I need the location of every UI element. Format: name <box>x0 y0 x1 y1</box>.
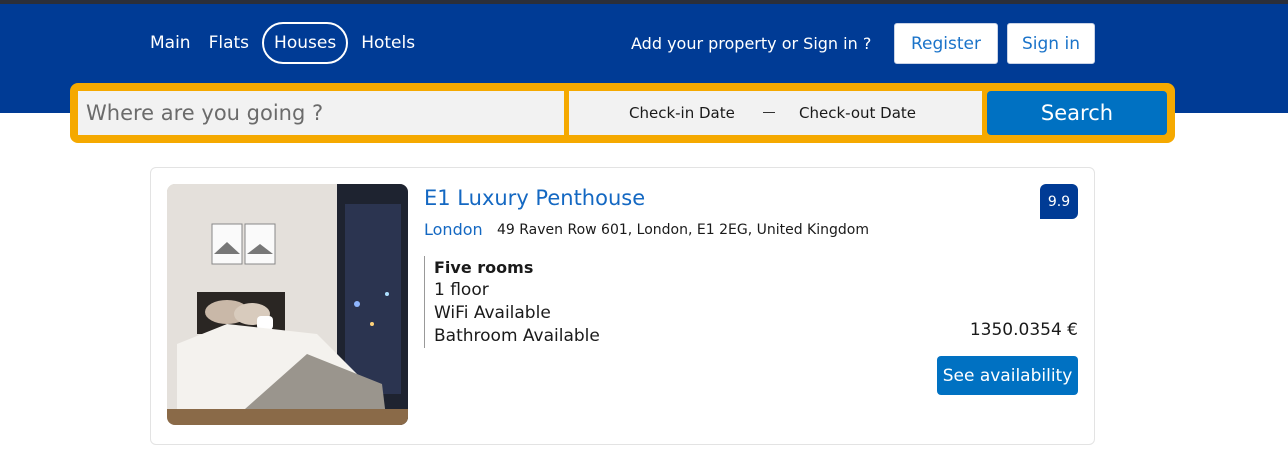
destination-input[interactable] <box>78 91 564 135</box>
feature-item: 1 floor <box>434 280 489 300</box>
signin-button[interactable]: Sign in <box>1007 23 1095 64</box>
checkout-date-label[interactable]: Check-out Date <box>799 104 916 122</box>
main-nav: Main Flats Houses Hotels <box>141 22 424 64</box>
search-button[interactable]: Search <box>987 91 1167 135</box>
listing-features: Five rooms 1 floor WiFi Available Bathro… <box>424 256 600 348</box>
feature-item: WiFi Available <box>434 303 551 323</box>
feature-item: Five rooms <box>434 258 534 277</box>
add-property-text: Add your property or Sign in ? <box>631 34 872 53</box>
date-separator <box>763 112 775 113</box>
search-bar: Check-in Date Check-out Date Search <box>70 83 1175 143</box>
listing-city[interactable]: London <box>424 220 483 239</box>
nav-item-houses[interactable]: Houses <box>262 22 349 64</box>
listing-photo[interactable] <box>167 184 408 425</box>
bedroom-photo-image <box>167 184 408 425</box>
listing-card: E1 Luxury Penthouse London 49 Raven Row … <box>150 167 1095 445</box>
nav-item-main[interactable]: Main <box>141 22 200 64</box>
listing-address: 49 Raven Row 601, London, E1 2EG, United… <box>497 222 869 238</box>
date-range-picker[interactable]: Check-in Date Check-out Date <box>569 91 982 135</box>
listing-price: 1350.0354 € <box>969 320 1078 340</box>
listing-title[interactable]: E1 Luxury Penthouse <box>424 186 645 210</box>
nav-item-flats[interactable]: Flats <box>200 22 258 64</box>
feature-item: Bathroom Available <box>434 326 600 346</box>
register-button[interactable]: Register <box>894 23 998 64</box>
nav-item-hotels[interactable]: Hotels <box>352 22 424 64</box>
checkin-date-label[interactable]: Check-in Date <box>629 104 735 122</box>
see-availability-button[interactable]: See availability <box>937 356 1078 395</box>
review-score-badge: 9.9 <box>1040 184 1078 219</box>
